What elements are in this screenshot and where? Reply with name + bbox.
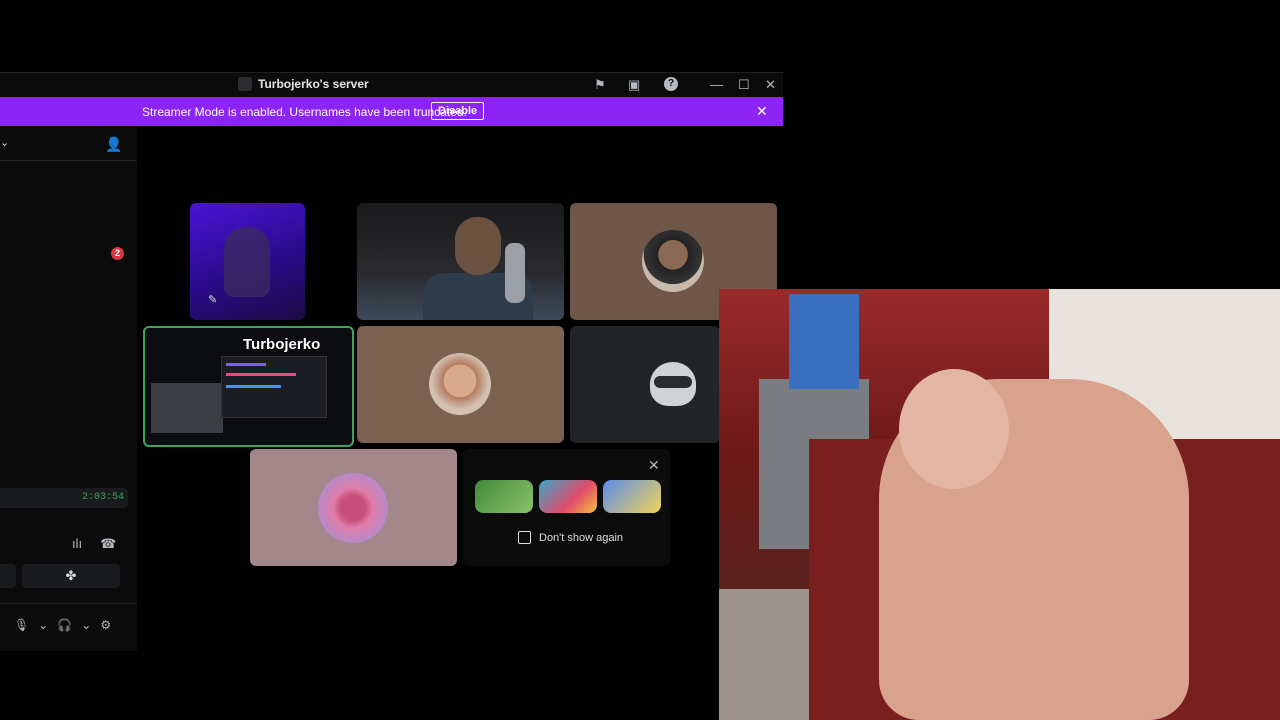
activity-list <box>475 480 661 513</box>
channel-sidebar: ⌄ 👤 2 2:03:54 ılı ☎ ✤ 🎙 ⌄ 🎧 ⌄ ⚙ <box>0 126 137 651</box>
microphone-icon[interactable]: 🎙 <box>14 618 29 632</box>
server-icon <box>238 77 252 91</box>
activities-button[interactable]: ✤ <box>22 564 120 588</box>
title-bar: Turbojerko's server ⚑ ▣ ? — ☐ ✕ <box>0 73 783 97</box>
add-user-icon[interactable]: 👤 <box>105 136 122 153</box>
participant-tile[interactable] <box>357 326 564 443</box>
chevron-down-icon[interactable]: ⌄ <box>0 136 9 149</box>
user-panel: 🎙 ⌄ 🎧 ⌄ ⚙ <box>0 603 137 652</box>
disable-button[interactable]: Disable <box>431 102 485 120</box>
minimize-button[interactable]: — <box>710 77 723 92</box>
participant-video <box>455 217 501 275</box>
participant-tile[interactable] <box>250 449 457 566</box>
close-button[interactable]: ✕ <box>765 77 776 93</box>
muted-mic-icon: ✎ <box>208 294 218 306</box>
discord-window: Turbojerko's server ⚑ ▣ ? — ☐ ✕ Streamer… <box>0 72 783 651</box>
participant-tile[interactable] <box>357 203 564 320</box>
window-title-text: Turbojerko's server <box>258 77 369 91</box>
mention-badge: 2 <box>111 247 124 260</box>
help-icon[interactable]: ? <box>664 77 678 91</box>
avatar <box>429 353 491 415</box>
noise-suppression-icon[interactable]: ılı <box>72 536 82 552</box>
chevron-down-icon[interactable]: ⌄ <box>81 618 91 632</box>
avatar <box>642 230 704 292</box>
settings-gear-icon[interactable]: ⚙ <box>100 618 111 632</box>
activities-promo: ✕ Don't show again <box>463 449 670 566</box>
checkbox-label: Don't show again <box>539 531 624 544</box>
dont-show-again[interactable]: Don't show again <box>518 531 623 544</box>
activity-chess-icon[interactable] <box>475 480 533 513</box>
voice-stage: ✎ Turbojerko ✕ Don't show again <box>137 126 783 651</box>
banner-text: Streamer Mode is enabled. Usernames have… <box>142 105 467 119</box>
participant-tile[interactable]: ✎ <box>190 203 305 320</box>
participant-video <box>151 383 223 433</box>
server-header: ⌄ 👤 <box>0 126 137 161</box>
call-timer-text: 2:03:54 <box>81 492 124 503</box>
activity-game-icon[interactable] <box>603 480 661 513</box>
disconnect-icon[interactable]: ☎ <box>100 536 116 552</box>
screenshare-preview <box>221 356 327 418</box>
checkbox[interactable] <box>518 531 531 544</box>
headphones-icon[interactable]: 🎧 <box>57 618 72 632</box>
raccoon-mask-icon <box>654 376 692 388</box>
screenshare-username: Turbojerko <box>243 336 321 353</box>
participant-video <box>224 227 270 297</box>
banner-close-icon[interactable]: ✕ <box>756 103 768 120</box>
avatar <box>318 473 388 543</box>
promo-close-icon[interactable]: ✕ <box>648 457 660 474</box>
inbox-icon[interactable]: ▣ <box>628 77 640 93</box>
streamer-mode-banner: Streamer Mode is enabled. Usernames have… <box>0 97 783 126</box>
maximize-button[interactable]: ☐ <box>738 77 750 93</box>
webcam-person <box>899 369 1009 489</box>
window-title: Turbojerko's server <box>238 77 369 91</box>
flag-icon[interactable]: ⚑ <box>594 77 606 93</box>
participant-tile[interactable] <box>570 326 720 443</box>
camera-button[interactable] <box>0 564 16 588</box>
call-timer: 2:03:54 <box>0 488 128 508</box>
screenshare-tile[interactable]: Turbojerko <box>143 326 354 447</box>
webcam-background <box>789 294 859 389</box>
microphone-icon <box>505 243 525 303</box>
webcam-overlay <box>719 289 1280 720</box>
voice-controls: ılı ☎ <box>72 536 116 552</box>
activity-game-icon[interactable] <box>539 480 597 513</box>
chevron-down-icon[interactable]: ⌄ <box>38 618 48 632</box>
